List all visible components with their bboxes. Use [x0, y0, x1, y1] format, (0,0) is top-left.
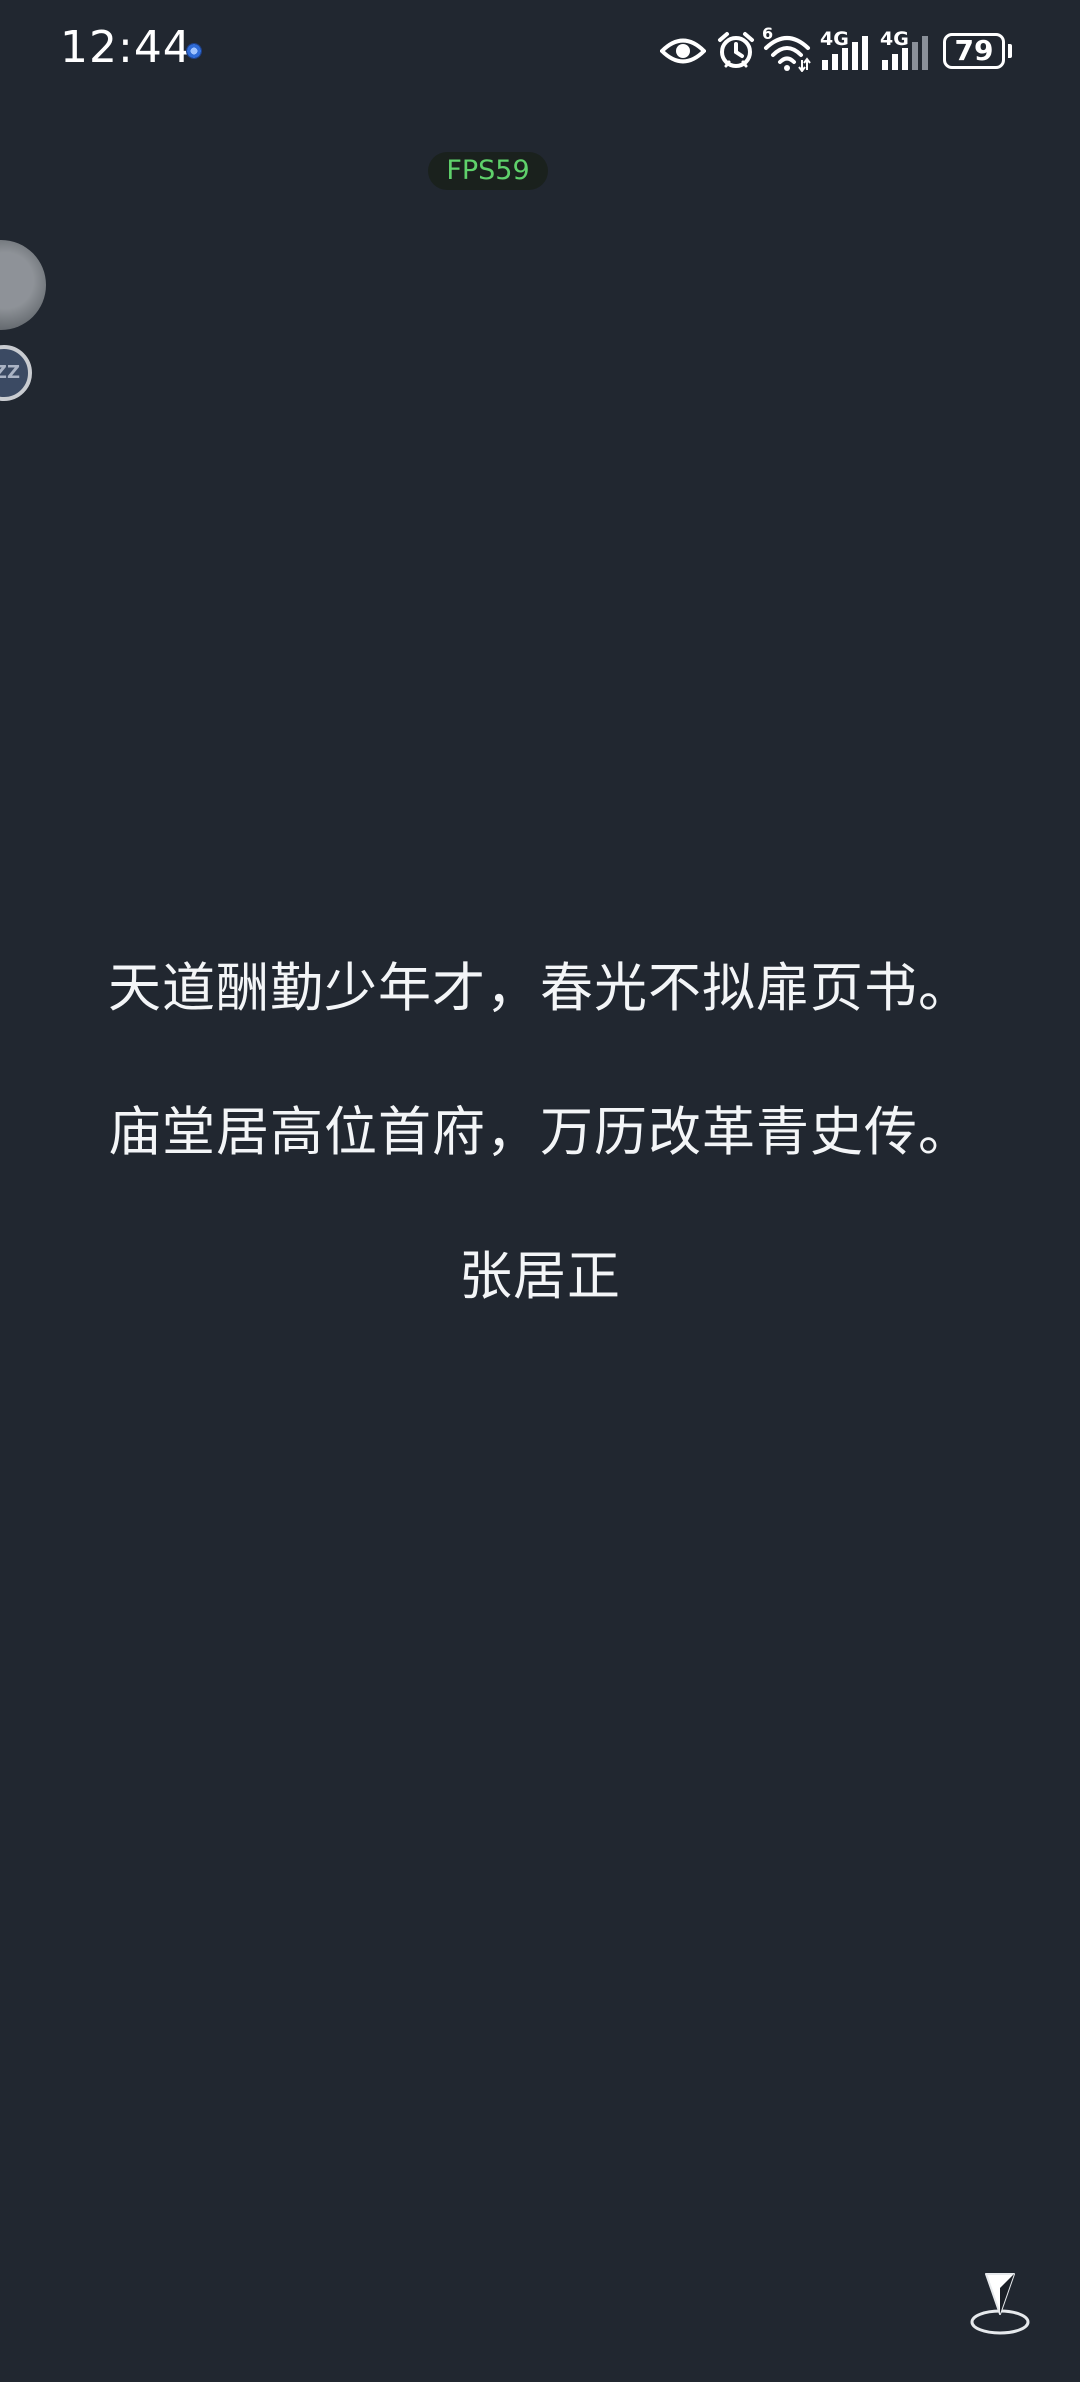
- poem-author: 张居正: [459, 1246, 621, 1307]
- status-time: 12:44: [60, 22, 192, 73]
- battery-indicator: 79: [943, 33, 1005, 69]
- location-pointer-icon[interactable]: [968, 2270, 1032, 2336]
- signal-icon-secondary: [882, 36, 928, 70]
- wifi-badge: 6: [762, 24, 774, 43]
- fps-counter: FPS59: [428, 152, 548, 190]
- recording-indicator-icon: [186, 43, 202, 59]
- eye-icon: [660, 38, 706, 64]
- status-bar: 12:44 6 4G 4G 79: [0, 0, 1080, 100]
- floating-assistant-bubble[interactable]: [0, 240, 46, 330]
- poem-line-2: 庙堂居高位首府，万历改革青史传。: [108, 1102, 972, 1163]
- poem-line-1: 天道酬勤少年才，春光不拟扉页书。: [108, 958, 972, 1019]
- alarm-icon: [718, 32, 754, 68]
- battery-tip: [1008, 44, 1012, 58]
- signal-icon: [822, 36, 868, 70]
- floating-sleep-bubble[interactable]: ZZ: [0, 345, 32, 401]
